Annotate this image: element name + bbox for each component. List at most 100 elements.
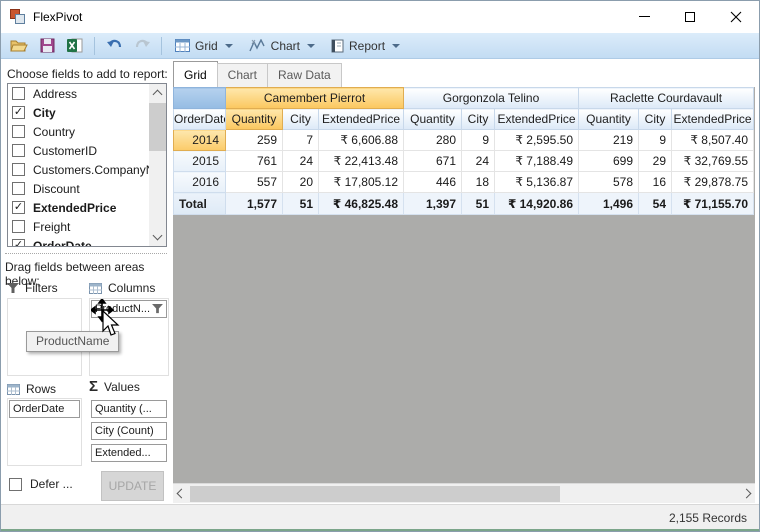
scrollbar-thumb[interactable] [190,486,560,502]
data-cell[interactable]: ₹ 22,413.48 [319,151,404,172]
data-cell[interactable]: 1,577 [226,193,283,215]
row-axis-header[interactable]: OrderDate [174,109,226,130]
data-cell[interactable]: 761 [226,151,283,172]
data-cell[interactable]: 259 [226,130,283,151]
row-header-cell[interactable]: 2014 [174,130,226,151]
pivot-grid-area[interactable]: Camembert PierrotGorgonzola TelinoRaclet… [173,87,755,483]
data-cell[interactable]: 578 [579,172,639,193]
field-checkbox[interactable] [12,144,25,157]
field-checkbox[interactable]: ✓ [12,201,25,214]
grid-menu-button[interactable]: Grid [169,35,239,57]
field-checkbox[interactable]: ✓ [12,106,25,119]
field-item[interactable]: ✓City [8,103,166,122]
tab-chart[interactable]: Chart [217,63,268,87]
tab-raw-data[interactable]: Raw Data [267,63,342,87]
data-cell[interactable]: ₹ 14,920.86 [495,193,579,215]
undo-button[interactable] [102,35,126,57]
field-item[interactable]: ✓OrderDate [8,236,166,247]
rows-drop-area[interactable]: OrderDate [7,398,82,466]
close-button[interactable] [713,1,759,32]
data-cell[interactable]: 219 [579,130,639,151]
tab-grid[interactable]: Grid [173,61,218,87]
data-cell[interactable]: ₹ 5,136.87 [495,172,579,193]
data-cell[interactable]: ₹ 32,769.55 [672,151,754,172]
data-cell[interactable]: 671 [404,151,462,172]
scroll-left-icon[interactable] [177,489,187,499]
field-item[interactable]: Discount [8,179,166,198]
chart-menu-button[interactable]: Chart [243,35,321,57]
field-checkbox[interactable] [12,87,25,100]
values-field-quantity[interactable]: Quantity (... [91,400,167,418]
minimize-button[interactable] [621,1,667,32]
values-drop-area[interactable]: Quantity (... City (Count) Extended... [89,398,169,466]
column-group-header[interactable]: Gorgonzola Telino [404,88,579,109]
data-cell[interactable]: 9 [639,130,672,151]
measure-header[interactable]: Quantity [226,109,283,130]
horizontal-scrollbar[interactable] [173,483,755,503]
data-cell[interactable]: 280 [404,130,462,151]
defer-updates-control[interactable]: Defer ... [9,477,73,491]
data-cell[interactable]: 446 [404,172,462,193]
measure-header[interactable]: ExtendedPrice [672,109,754,130]
field-checkbox[interactable] [12,163,25,176]
data-cell[interactable]: 699 [579,151,639,172]
data-cell[interactable]: 1,496 [579,193,639,215]
data-cell[interactable]: 557 [226,172,283,193]
data-cell[interactable]: ₹ 29,878.75 [672,172,754,193]
values-field-extendedprice[interactable]: Extended... [91,444,167,462]
field-checkbox[interactable] [12,182,25,195]
field-item[interactable]: Address [8,84,166,103]
rows-field-orderdate[interactable]: OrderDate [9,400,80,418]
column-group-header[interactable]: Raclette Courdavault [579,88,754,109]
data-cell[interactable]: 1,397 [404,193,462,215]
data-cell[interactable]: 9 [462,130,495,151]
measure-header[interactable]: Quantity [404,109,462,130]
data-cell[interactable]: 51 [283,193,319,215]
row-header-cell[interactable]: 2015 [174,151,226,172]
measure-header[interactable]: ExtendedPrice [495,109,579,130]
scroll-up-icon[interactable] [153,90,163,100]
field-checkbox[interactable] [12,125,25,138]
measure-header[interactable]: City [639,109,672,130]
data-cell[interactable]: 24 [283,151,319,172]
export-excel-button[interactable] [63,35,87,57]
data-cell[interactable]: ₹ 8,507.40 [672,130,754,151]
field-item[interactable]: ✓ExtendedPrice [8,198,166,217]
measure-header[interactable]: ExtendedPrice [319,109,404,130]
column-group-header[interactable]: Camembert Pierrot [226,88,404,109]
values-field-city[interactable]: City (Count) [91,422,167,440]
measure-header[interactable]: Quantity [579,109,639,130]
field-list[interactable]: Address✓CityCountryCustomerIDCustomers.C… [7,83,167,247]
field-checkbox[interactable] [12,220,25,233]
scroll-right-icon[interactable] [742,489,752,499]
row-header-cell[interactable]: 2016 [174,172,226,193]
field-item[interactable]: Country [8,122,166,141]
data-cell[interactable]: ₹ 6,606.88 [319,130,404,151]
data-cell[interactable]: 7 [283,130,319,151]
data-cell[interactable]: 29 [639,151,672,172]
filter-funnel-icon[interactable] [152,304,163,314]
measure-header[interactable]: City [462,109,495,130]
field-item[interactable]: Customers.CompanyN... [8,160,166,179]
measure-header[interactable]: City [283,109,319,130]
data-cell[interactable]: 51 [462,193,495,215]
row-header-cell[interactable]: Total [174,193,226,215]
data-cell[interactable]: 54 [639,193,672,215]
field-item[interactable]: CustomerID [8,141,166,160]
data-cell[interactable]: ₹ 2,595.50 [495,130,579,151]
data-cell[interactable]: 16 [639,172,672,193]
data-cell[interactable]: ₹ 46,825.48 [319,193,404,215]
data-cell[interactable]: 18 [462,172,495,193]
defer-checkbox[interactable] [9,478,22,491]
redo-button[interactable] [130,35,154,57]
save-button[interactable] [35,35,59,57]
scrollbar-thumb[interactable] [149,103,166,151]
open-button[interactable] [7,35,31,57]
data-cell[interactable]: 24 [462,151,495,172]
data-cell[interactable]: ₹ 17,805.12 [319,172,404,193]
field-checkbox[interactable]: ✓ [12,239,25,247]
update-button[interactable]: UPDATE [101,471,164,501]
field-item[interactable]: Freight [8,217,166,236]
data-cell[interactable]: ₹ 7,188.49 [495,151,579,172]
data-cell[interactable]: 20 [283,172,319,193]
